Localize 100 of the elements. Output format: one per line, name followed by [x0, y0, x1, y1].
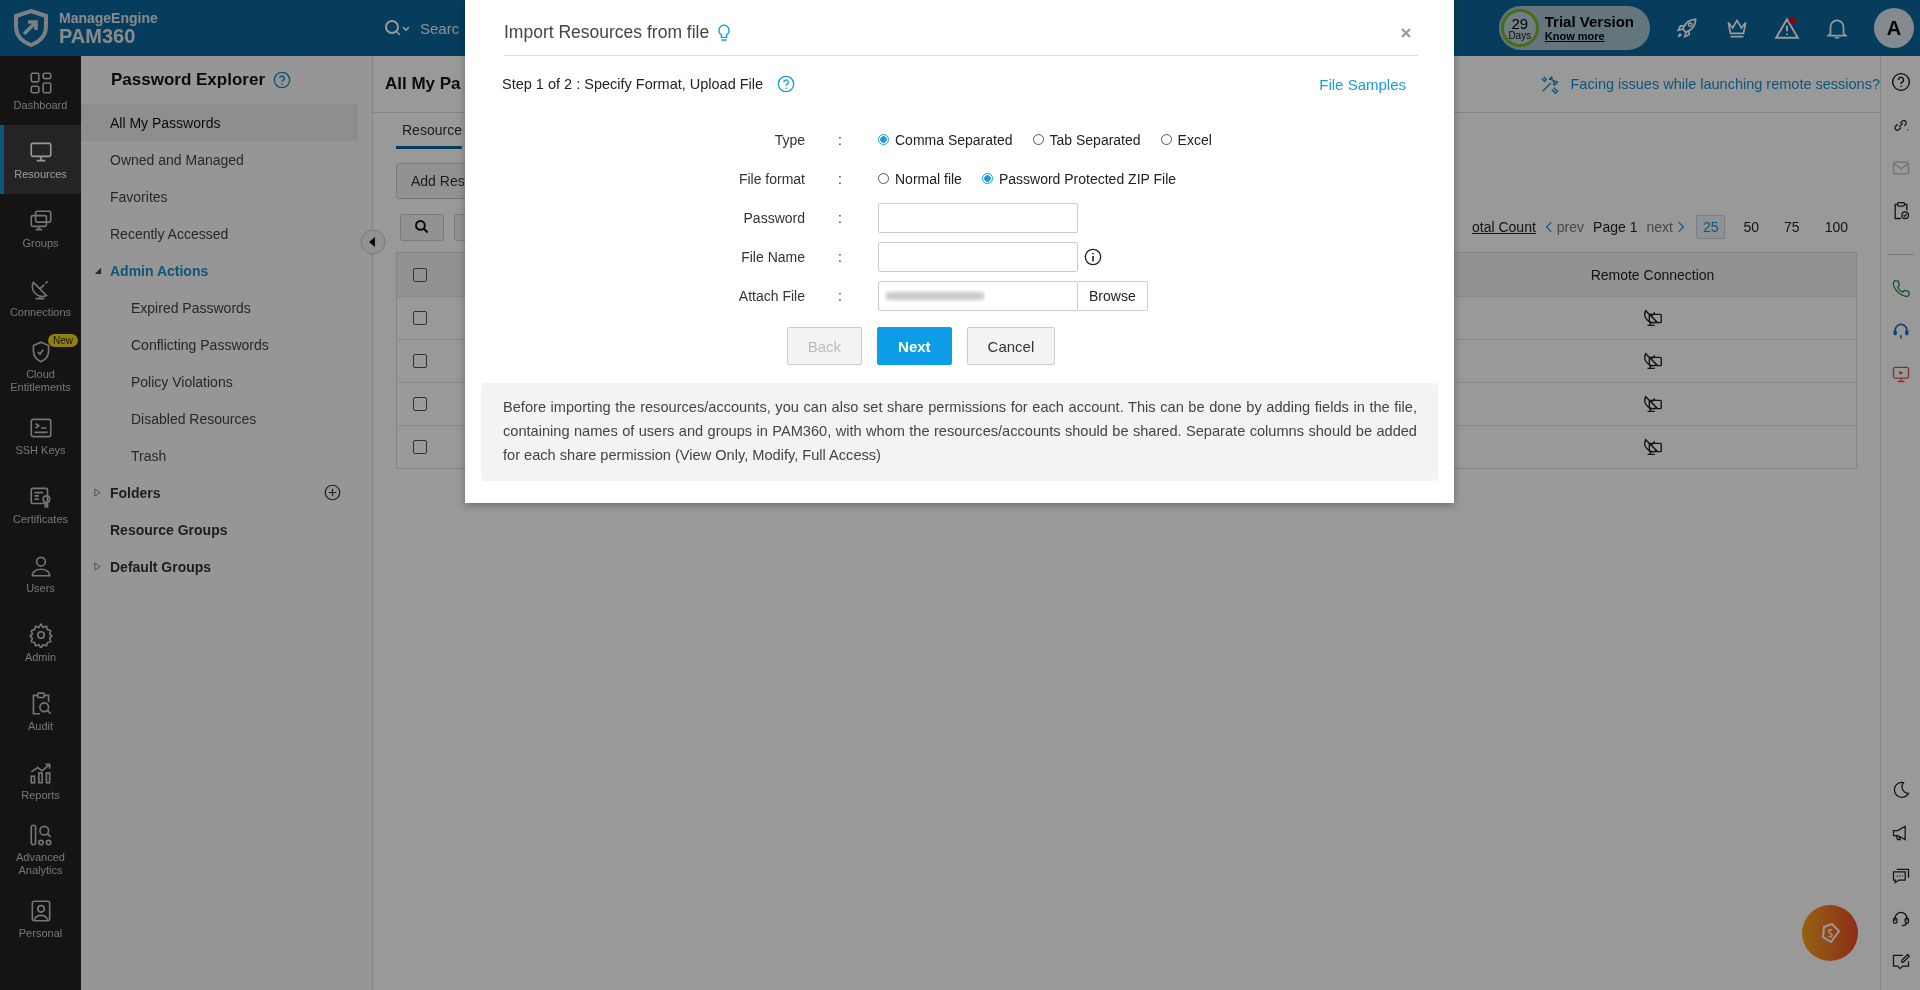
field-separator: : [837, 170, 843, 187]
shield-logo-icon [11, 8, 51, 48]
tree-item[interactable]: Policy Violations [81, 363, 358, 400]
field-separator: : [837, 287, 843, 304]
close-icon[interactable] [1400, 26, 1412, 39]
remote-connection-icon[interactable] [1641, 436, 1664, 458]
add-icon[interactable] [324, 484, 341, 501]
nav-item[interactable]: Connections [0, 263, 81, 332]
page-number: Page 1 [1593, 219, 1638, 235]
nav-item[interactable]: Personal [0, 884, 81, 953]
nav-item[interactable]: SSH Keys [0, 401, 81, 470]
remote-connection-icon[interactable] [1641, 393, 1664, 415]
file-path-field[interactable] [878, 280, 1078, 311]
field-separator: : [837, 248, 843, 265]
expand-triangle-icon [93, 488, 102, 497]
remote-issues-link[interactable]: Facing issues while launching remote sessions? [1538, 73, 1880, 95]
file-samples-link[interactable]: File Samples [1319, 75, 1406, 93]
nav-item[interactable]: Resources [0, 125, 81, 194]
search-icon [414, 219, 430, 235]
next-page-link[interactable]: next [1646, 219, 1685, 235]
field-label: File format [737, 170, 805, 187]
page-size-option[interactable]: 50 [1736, 215, 1767, 239]
video-icon[interactable] [1890, 364, 1911, 384]
radio-option[interactable]: Comma Separated [878, 131, 1013, 148]
help-icon[interactable] [777, 75, 796, 93]
search-icon [384, 19, 410, 37]
chat-icon[interactable] [1890, 866, 1911, 886]
tree-item[interactable]: Disabled Resources [81, 400, 358, 437]
nav-item[interactable]: Reports [0, 746, 81, 815]
primary-button[interactable]: Next [877, 327, 952, 365]
know-more-link[interactable]: Know more [1544, 30, 1634, 43]
search-button[interactable] [400, 213, 444, 241]
tree-item[interactable]: Folders [81, 474, 358, 511]
step-heading: Step 1 of 2 : Specify Format, Upload File [502, 76, 764, 92]
floating-tag-button[interactable] [1802, 905, 1858, 961]
phone-icon[interactable] [1890, 278, 1911, 298]
field-label: File Name [740, 248, 805, 265]
brand-name: ManageEngine [59, 10, 158, 25]
row-checkbox[interactable] [413, 440, 427, 454]
radio-option[interactable]: Excel [1160, 131, 1212, 148]
row-checkbox[interactable] [413, 354, 427, 368]
nav-item[interactable]: Admin [0, 608, 81, 677]
tree-item[interactable]: Resource Groups [81, 511, 358, 548]
remote-connection-icon[interactable] [1641, 350, 1664, 372]
radio-option[interactable]: Normal file [878, 170, 962, 187]
tree-item[interactable]: Trash [81, 437, 358, 474]
trial-title: Trial Version [1544, 13, 1634, 31]
row-checkbox[interactable] [413, 311, 427, 325]
analytics-icon [27, 822, 54, 849]
tree-item[interactable]: Expired Passwords [81, 289, 358, 326]
text-field[interactable] [878, 202, 1078, 233]
collapse-panel-button[interactable] [360, 229, 386, 255]
info-note: Before importing the resources/accounts, you can also set share permissions for each account. This can be done by adding fields in the file, containing names of users and groups in PAM360, with whom the resources/accounts should be shared. Separate columns should be added for each share permission (View Only, Modify, Full Access) [481, 383, 1438, 481]
select-all-checkbox[interactable] [413, 267, 427, 282]
page-size-option[interactable]: 100 [1817, 215, 1855, 239]
nav-item[interactable]: Audit [0, 677, 81, 746]
trial-badge[interactable]: 29 Days Trial Version Know more [1498, 6, 1650, 50]
radio-option[interactable]: Tab Separated [1032, 131, 1141, 148]
tab[interactable]: Resource [396, 122, 462, 149]
nav-item[interactable]: Certificates [0, 470, 81, 539]
chevron-left-icon [1544, 221, 1553, 233]
total-count-link[interactable]: otal Count [1472, 219, 1536, 235]
nav-item[interactable]: New Cloud Entitlements [0, 332, 81, 401]
page-title: All My Pa [385, 74, 461, 94]
tree-item[interactable]: Conflicting Passwords [81, 326, 358, 363]
headset-icon[interactable] [1890, 909, 1911, 929]
rocket-icon[interactable] [1674, 15, 1700, 41]
field-separator: : [837, 131, 843, 148]
info-icon[interactable] [1084, 247, 1102, 266]
field-label: Type [773, 131, 805, 148]
lightbulb-icon[interactable] [717, 22, 732, 43]
days-ring: 29 Days [1500, 9, 1539, 47]
help-icon[interactable] [1890, 72, 1911, 92]
nav-item[interactable]: Advanced Analytics [0, 815, 81, 884]
grid-icon [27, 69, 54, 96]
field-label: Attach File [737, 287, 805, 304]
user-avatar[interactable]: A [1874, 8, 1914, 48]
tree-item[interactable]: Recently Accessed [81, 215, 358, 252]
tree-item[interactable]: Admin Actions [81, 252, 358, 289]
feedback-icon[interactable] [1890, 952, 1911, 972]
dialog-title: Import Resources from file [504, 22, 710, 43]
nav-item[interactable]: Dashboard [0, 56, 81, 125]
text-field[interactable] [878, 241, 1078, 272]
tree-item[interactable]: Default Groups [81, 548, 358, 585]
radio-option[interactable]: Password Protected ZIP File [981, 170, 1177, 187]
nav-item[interactable]: Groups [0, 194, 81, 263]
nav-item[interactable]: Users [0, 539, 81, 608]
secondary-button[interactable]: Cancel [966, 327, 1056, 365]
tree-item[interactable]: Owned and Managed [81, 141, 358, 178]
search-field[interactable]: Searc [384, 10, 460, 46]
row-checkbox[interactable] [413, 397, 427, 411]
tree-item[interactable]: All My Passwords [81, 104, 358, 141]
remote-connection-icon[interactable] [1641, 307, 1664, 329]
warning-icon[interactable] [1774, 15, 1800, 41]
page-size-option[interactable]: 75 [1777, 215, 1807, 239]
browse-button[interactable]: Browse [1078, 280, 1148, 311]
tree-item[interactable]: Favorites [81, 178, 358, 215]
page-size-option[interactable]: 25 [1695, 215, 1726, 239]
chevron-right-icon [1676, 221, 1685, 233]
prev-page-link[interactable]: prev [1544, 219, 1585, 235]
